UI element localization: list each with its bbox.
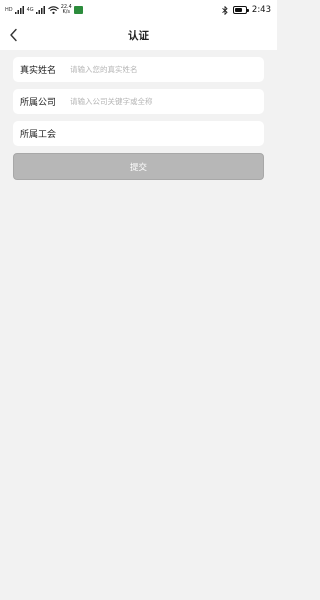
signal-icon (14, 6, 24, 14)
union-field[interactable]: 所属工会 (13, 121, 264, 146)
real-name-input[interactable] (70, 59, 250, 80)
wifi-icon (47, 6, 59, 14)
signal-icon (35, 6, 45, 14)
battery-icon (232, 6, 249, 14)
company-field: 所属公司 (13, 89, 264, 114)
back-button[interactable] (4, 24, 24, 46)
union-label: 所属工会 (20, 130, 57, 140)
company-input[interactable] (70, 91, 250, 112)
submit-button[interactable]: 提交 (13, 153, 264, 180)
bluetooth-icon (222, 5, 228, 15)
company-label: 所属公司 (20, 98, 57, 108)
real-name-label: 真实姓名 (20, 66, 57, 76)
status-bar-left: HD 4G 22.4 K/s (5, 0, 83, 20)
network-speed: 22.4 K/s (61, 5, 72, 15)
status-time: 2:43 (251, 5, 271, 15)
page-title: 认证 (128, 29, 149, 42)
union-input[interactable] (70, 123, 250, 144)
network-type-label: 4G (26, 6, 34, 13)
auth-form: 真实姓名 所属公司 所属工会 提交 (13, 57, 264, 180)
status-bar: HD 4G 22.4 K/s 2:43 (0, 0, 277, 20)
carrier-label: HD (5, 6, 13, 13)
status-bar-right: 2:43 (222, 0, 271, 20)
real-name-field: 真实姓名 (13, 57, 264, 82)
app-notification-icon (73, 6, 83, 14)
chevron-left-icon (10, 28, 17, 42)
nav-bar: 认证 (0, 20, 277, 50)
network-speed-unit: K/s (62, 9, 71, 15)
